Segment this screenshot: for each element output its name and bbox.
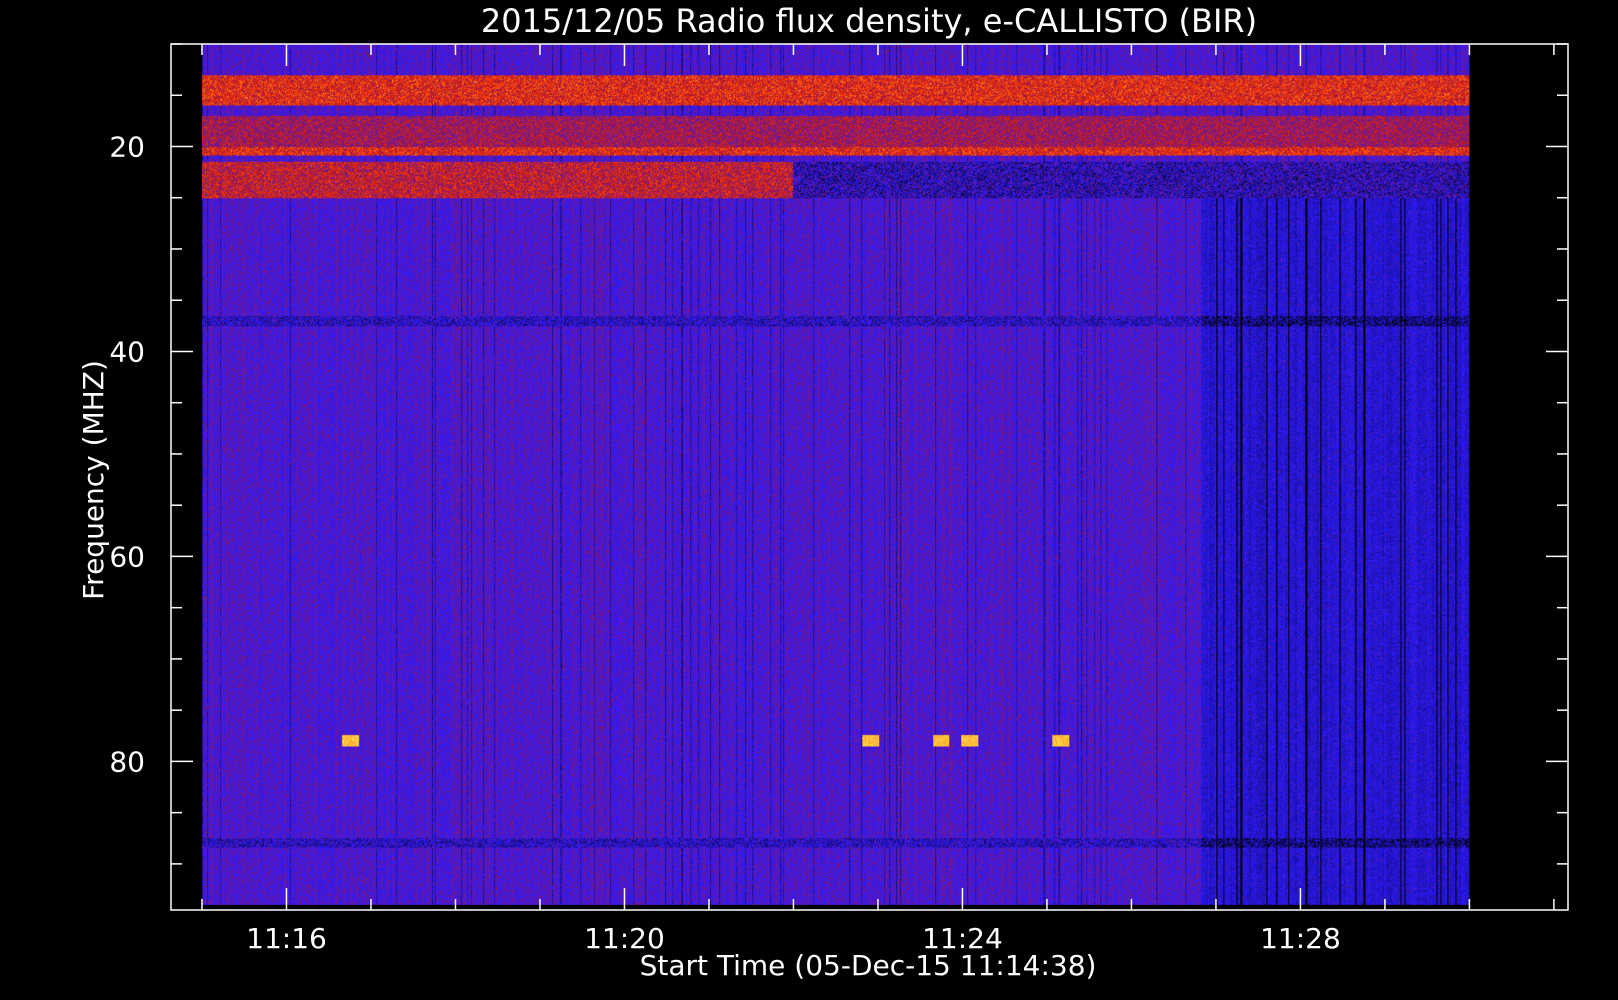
plot-area bbox=[201, 44, 1470, 905]
y-tick-label: 60 bbox=[109, 540, 145, 573]
spectrogram-image bbox=[201, 44, 1470, 905]
y-tick-label: 20 bbox=[109, 130, 145, 163]
y-tick-label: 40 bbox=[109, 335, 145, 368]
x-tick-label: 11:16 bbox=[246, 922, 327, 955]
x-axis-label: Start Time (05-Dec-15 11:14:38) bbox=[640, 949, 1097, 982]
spectrogram-chart: 2015/12/05 Radio flux density, e-CALLIST… bbox=[0, 0, 1618, 1000]
chart-title: 2015/12/05 Radio flux density, e-CALLIST… bbox=[481, 2, 1257, 40]
y-axis-label: Frequency (MHZ) bbox=[77, 360, 110, 600]
x-tick-label: 11:28 bbox=[1260, 922, 1341, 955]
y-tick-label: 80 bbox=[109, 745, 145, 778]
